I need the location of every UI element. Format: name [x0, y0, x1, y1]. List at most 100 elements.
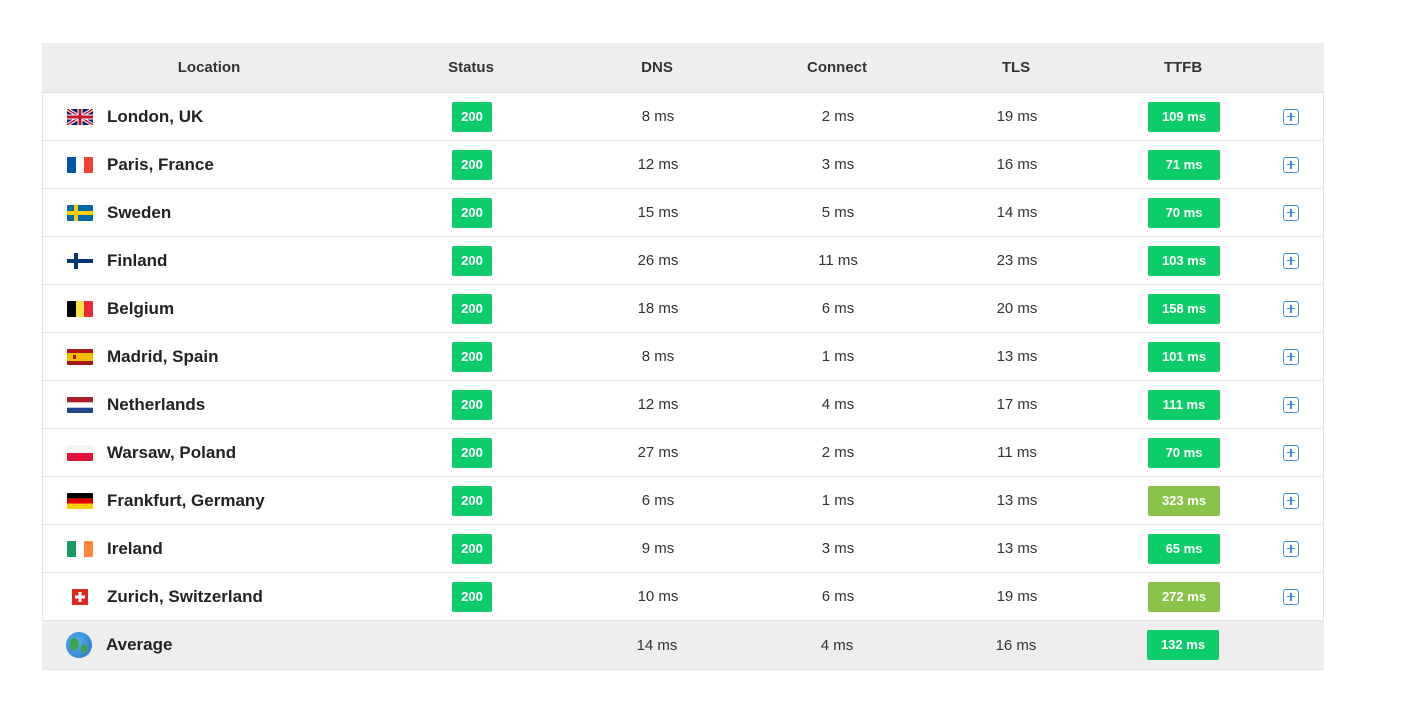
dns-value: 6 ms — [641, 492, 675, 509]
globe-icon — [66, 632, 92, 658]
ttfb-cell: 111 ms — [1107, 389, 1261, 420]
expand-plus-icon[interactable] — [1283, 252, 1299, 269]
location-cell: Sweden — [43, 203, 377, 223]
tls-value: 19 ms — [996, 588, 1038, 605]
tls-value: 16 ms — [996, 156, 1038, 173]
tls-value: 13 ms — [996, 492, 1038, 509]
expand-cell — [1261, 588, 1321, 605]
expand-cell — [1261, 540, 1321, 557]
location-cell: Belgium — [43, 299, 377, 319]
connect-value: 3 ms — [821, 156, 855, 173]
status-cell: 200 — [377, 101, 567, 132]
expand-plus-icon[interactable] — [1283, 108, 1299, 125]
location-name: Frankfurt, Germany — [107, 490, 265, 510]
expand-plus-icon[interactable] — [1283, 492, 1299, 509]
netherlands-flag-icon — [67, 396, 93, 413]
connect-value: 11 ms — [818, 252, 858, 269]
ttfb-badge: 70 ms — [1148, 437, 1220, 468]
sweden-flag-icon — [67, 204, 93, 221]
status-cell: 200 — [377, 293, 567, 324]
ttfb-cell: 272 ms — [1107, 581, 1261, 612]
results-table: Location Status DNS Connect TLS TTFB Lon… — [42, 43, 1324, 670]
location-cell: Zurich, Switzerland — [43, 587, 377, 607]
table-row: Frankfurt, Germany 200 6 ms 1 ms 13 ms 323 ms — [42, 477, 1324, 525]
dns-value: 26 ms — [637, 252, 679, 269]
expand-plus-icon[interactable] — [1283, 396, 1299, 413]
connect-value: 2 ms — [821, 108, 855, 125]
status-cell: 200 — [377, 149, 567, 180]
expand-plus-icon[interactable] — [1283, 588, 1299, 605]
location-name: Belgium — [107, 298, 175, 318]
expand-plus-icon[interactable] — [1283, 204, 1299, 221]
table-row: Ireland 200 9 ms 3 ms 13 ms 65 ms — [42, 525, 1324, 573]
location-cell: London, UK — [43, 107, 377, 127]
connect-value: 4 ms — [821, 396, 855, 413]
status-cell: 200 — [377, 485, 567, 516]
status-badge: 200 — [452, 197, 492, 228]
germany-flag-icon — [67, 492, 93, 509]
ireland-flag-icon — [67, 540, 93, 557]
expand-plus-icon[interactable] — [1283, 348, 1299, 365]
uk-flag-icon — [67, 108, 93, 125]
status-badge: 200 — [452, 437, 492, 468]
header-dns: DNS — [641, 59, 673, 76]
dns-value: 15 ms — [637, 204, 679, 221]
average-ttfb-cell: 132 ms — [1106, 630, 1260, 660]
expand-cell — [1261, 204, 1321, 221]
status-cell: 200 — [377, 437, 567, 468]
location-cell: Madrid, Spain — [43, 347, 377, 367]
table-row: Zurich, Switzerland 200 10 ms 6 ms 19 ms 272 … — [42, 573, 1324, 621]
location-name: Ireland — [107, 538, 163, 558]
location-name: Zurich, Switzerland — [107, 586, 263, 606]
status-badge: 200 — [452, 149, 492, 180]
connect-value: 6 ms — [821, 300, 855, 317]
table-row: London, UK 200 8 ms 2 ms 19 ms 109 ms — [42, 93, 1324, 141]
ttfb-cell: 70 ms — [1107, 197, 1261, 228]
status-cell: 200 — [377, 197, 567, 228]
table-row: Netherlands 200 12 ms 4 ms 17 ms 111 ms — [42, 381, 1324, 429]
status-cell: 200 — [377, 581, 567, 612]
ttfb-badge: 323 ms — [1148, 485, 1220, 516]
expand-cell — [1261, 492, 1321, 509]
status-cell: 200 — [377, 389, 567, 420]
ttfb-badge: 70 ms — [1148, 197, 1220, 228]
spain-flag-icon — [67, 348, 93, 365]
expand-plus-icon[interactable] — [1283, 300, 1299, 317]
table-row: Finland 200 26 ms 11 ms 23 ms 103 ms — [42, 237, 1324, 285]
tls-value: 20 ms — [996, 300, 1038, 317]
location-name: Finland — [107, 250, 168, 270]
location-cell: Warsaw, Poland — [43, 443, 377, 463]
average-dns: 14 ms — [636, 636, 678, 654]
dns-value: 12 ms — [637, 396, 679, 413]
header-tls: TLS — [1001, 59, 1031, 76]
location-cell: Frankfurt, Germany — [43, 491, 377, 511]
ttfb-badge: 103 ms — [1148, 245, 1220, 276]
table-row: Belgium 200 18 ms 6 ms 20 ms 158 ms — [42, 285, 1324, 333]
average-connect: 4 ms — [820, 636, 854, 654]
expand-plus-icon[interactable] — [1283, 156, 1299, 173]
ttfb-cell: 71 ms — [1107, 149, 1261, 180]
expand-plus-icon[interactable] — [1283, 540, 1299, 557]
ttfb-badge: 111 ms — [1148, 389, 1220, 420]
average-row: Average 14 ms 4 ms 16 ms 132 ms — [42, 621, 1324, 670]
expand-cell — [1261, 348, 1321, 365]
dns-value: 10 ms — [637, 588, 679, 605]
header-status: Status — [448, 59, 494, 76]
france-flag-icon — [67, 156, 93, 173]
ttfb-badge: 65 ms — [1148, 533, 1220, 564]
connect-value: 2 ms — [821, 444, 855, 461]
expand-cell — [1261, 252, 1321, 269]
expand-plus-icon[interactable] — [1283, 444, 1299, 461]
tls-value: 13 ms — [996, 540, 1038, 557]
tls-value: 19 ms — [996, 108, 1038, 125]
dns-value: 8 ms — [641, 108, 675, 125]
table-row: Sweden 200 15 ms 5 ms 14 ms 70 ms — [42, 189, 1324, 237]
ttfb-cell: 323 ms — [1107, 485, 1261, 516]
ttfb-cell: 70 ms — [1107, 437, 1261, 468]
location-name: London, UK — [107, 106, 204, 126]
average-ttfb-badge: 132 ms — [1147, 630, 1219, 660]
location-cell: Finland — [43, 251, 377, 271]
location-cell: Netherlands — [43, 395, 377, 415]
tls-value: 23 ms — [996, 252, 1038, 269]
location-name: Paris, France — [107, 154, 214, 174]
